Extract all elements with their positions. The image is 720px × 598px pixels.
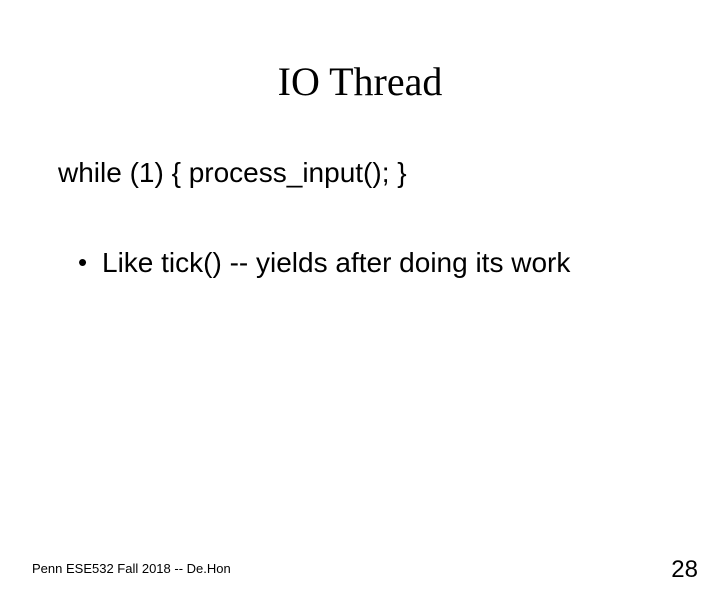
bullet-list: Like tick() -- yields after doing its wo… [78, 247, 720, 279]
bullet-item: Like tick() -- yields after doing its wo… [78, 247, 720, 279]
slide-title: IO Thread [0, 58, 720, 105]
footer-attribution: Penn ESE532 Fall 2018 -- De.Hon [32, 561, 231, 576]
code-snippet: while (1) { process_input(); } [58, 157, 720, 189]
slide-container: IO Thread while (1) { process_input(); }… [0, 58, 720, 598]
page-number: 28 [671, 556, 698, 584]
